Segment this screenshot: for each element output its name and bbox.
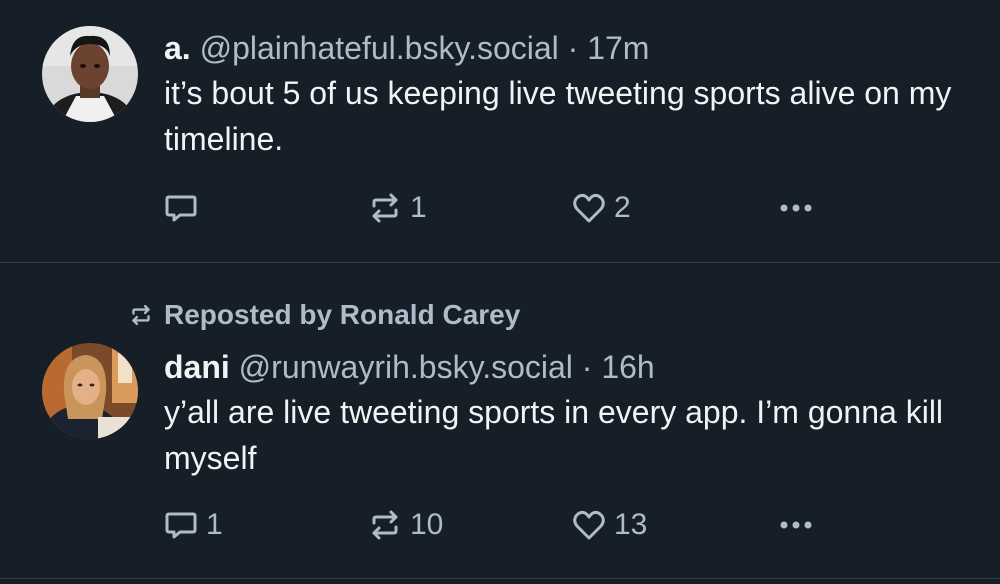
repost-button[interactable]: 1 [366, 186, 427, 230]
post-actions: 1 10 13 [160, 503, 980, 547]
reply-count: 1 [206, 508, 223, 541]
reply-button[interactable] [162, 186, 206, 230]
reply-bubble-icon [165, 512, 197, 539]
repost-count: 1 [410, 191, 427, 224]
repost-arrows-icon [372, 193, 398, 223]
separator-dot: · [567, 30, 579, 66]
repost-indicator[interactable]: Reposted by Ronald Carey [128, 295, 520, 335]
author-handle[interactable]: @plainhateful.bsky.social [200, 30, 559, 66]
reply-bubble-icon [165, 195, 197, 222]
post-content: dani @runwayrih.bsky.social · 16h y’all … [164, 347, 970, 481]
more-options-button[interactable] [776, 503, 816, 547]
repost-count: 10 [410, 508, 444, 541]
reply-button[interactable]: 1 [162, 503, 223, 547]
post-content: a. @plainhateful.bsky.social · 17m it’s … [164, 28, 970, 162]
post-divider [0, 578, 1000, 579]
avatar-image [42, 343, 138, 439]
author-name[interactable]: a. [164, 30, 191, 66]
post-text: it’s bout 5 of us keeping live tweeting … [164, 75, 952, 157]
post-header: a. @plainhateful.bsky.social · 17m [164, 28, 970, 68]
post-item[interactable]: Reposted by Ronald Carey dani @runwayrih… [0, 263, 1000, 584]
avatar-image [42, 26, 138, 122]
post-item[interactable]: a. @plainhateful.bsky.social · 17m it’s … [0, 0, 1000, 262]
like-button[interactable]: 2 [570, 186, 631, 230]
post-actions: 1 2 [160, 186, 980, 230]
like-count: 13 [614, 508, 648, 541]
avatar[interactable] [42, 343, 138, 439]
repost-button[interactable]: 10 [366, 503, 443, 547]
separator-dot: · [581, 349, 593, 385]
like-count: 2 [614, 191, 631, 224]
heart-icon [573, 510, 605, 540]
post-text: y’all are live tweeting sports in every … [164, 394, 944, 476]
more-dots-icon [780, 204, 812, 212]
avatar[interactable] [42, 26, 138, 122]
like-button[interactable]: 13 [570, 503, 647, 547]
repost-arrows-icon [132, 304, 150, 326]
author-handle[interactable]: @runwayrih.bsky.social [239, 349, 573, 385]
feed: a. @plainhateful.bsky.social · 17m it’s … [0, 0, 1000, 584]
post-time[interactable]: 16h [601, 349, 654, 385]
more-dots-icon [780, 521, 812, 529]
post-time[interactable]: 17m [587, 30, 649, 66]
post-header: dani @runwayrih.bsky.social · 16h [164, 347, 970, 387]
repost-arrows-icon [372, 510, 398, 540]
heart-icon [573, 193, 605, 223]
author-name[interactable]: dani [164, 349, 230, 385]
repost-label: Reposted by Ronald Carey [164, 299, 521, 330]
more-options-button[interactable] [776, 186, 816, 230]
